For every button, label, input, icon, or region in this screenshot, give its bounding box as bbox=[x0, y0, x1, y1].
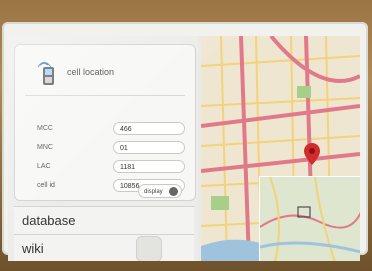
mnc-label: MNC bbox=[37, 144, 53, 151]
cell-id-label: cell id bbox=[37, 182, 55, 189]
mnc-field[interactable]: 01 bbox=[113, 141, 185, 154]
lac-label: LAC bbox=[37, 163, 51, 170]
home-button[interactable] bbox=[136, 236, 162, 261]
mcc-label: MCC bbox=[37, 125, 53, 132]
card-title: cell location bbox=[67, 67, 115, 77]
phone-icon bbox=[37, 62, 54, 85]
map-view[interactable] bbox=[201, 36, 360, 261]
left-panel: cell location MCC 466 MNC 01 LAC 1181 ce… bbox=[8, 36, 198, 261]
screen: cell location MCC 466 MNC 01 LAC 1181 ce… bbox=[8, 36, 360, 261]
cell-location-card: cell location MCC 466 MNC 01 LAC 1181 ce… bbox=[14, 44, 196, 201]
tablet-device: cell location MCC 466 MNC 01 LAC 1181 ce… bbox=[2, 22, 368, 261]
section-wiki[interactable]: wiki bbox=[14, 234, 194, 261]
location-pin-icon[interactable] bbox=[304, 143, 320, 169]
display-button-label: display bbox=[144, 189, 163, 195]
mcc-field[interactable]: 466 bbox=[113, 122, 185, 135]
divider bbox=[25, 95, 185, 96]
lac-field[interactable]: 1181 bbox=[113, 160, 185, 173]
search-icon bbox=[169, 187, 178, 196]
section-database[interactable]: database bbox=[14, 206, 194, 234]
display-button[interactable]: display bbox=[138, 184, 182, 198]
overview-map[interactable] bbox=[259, 176, 360, 261]
